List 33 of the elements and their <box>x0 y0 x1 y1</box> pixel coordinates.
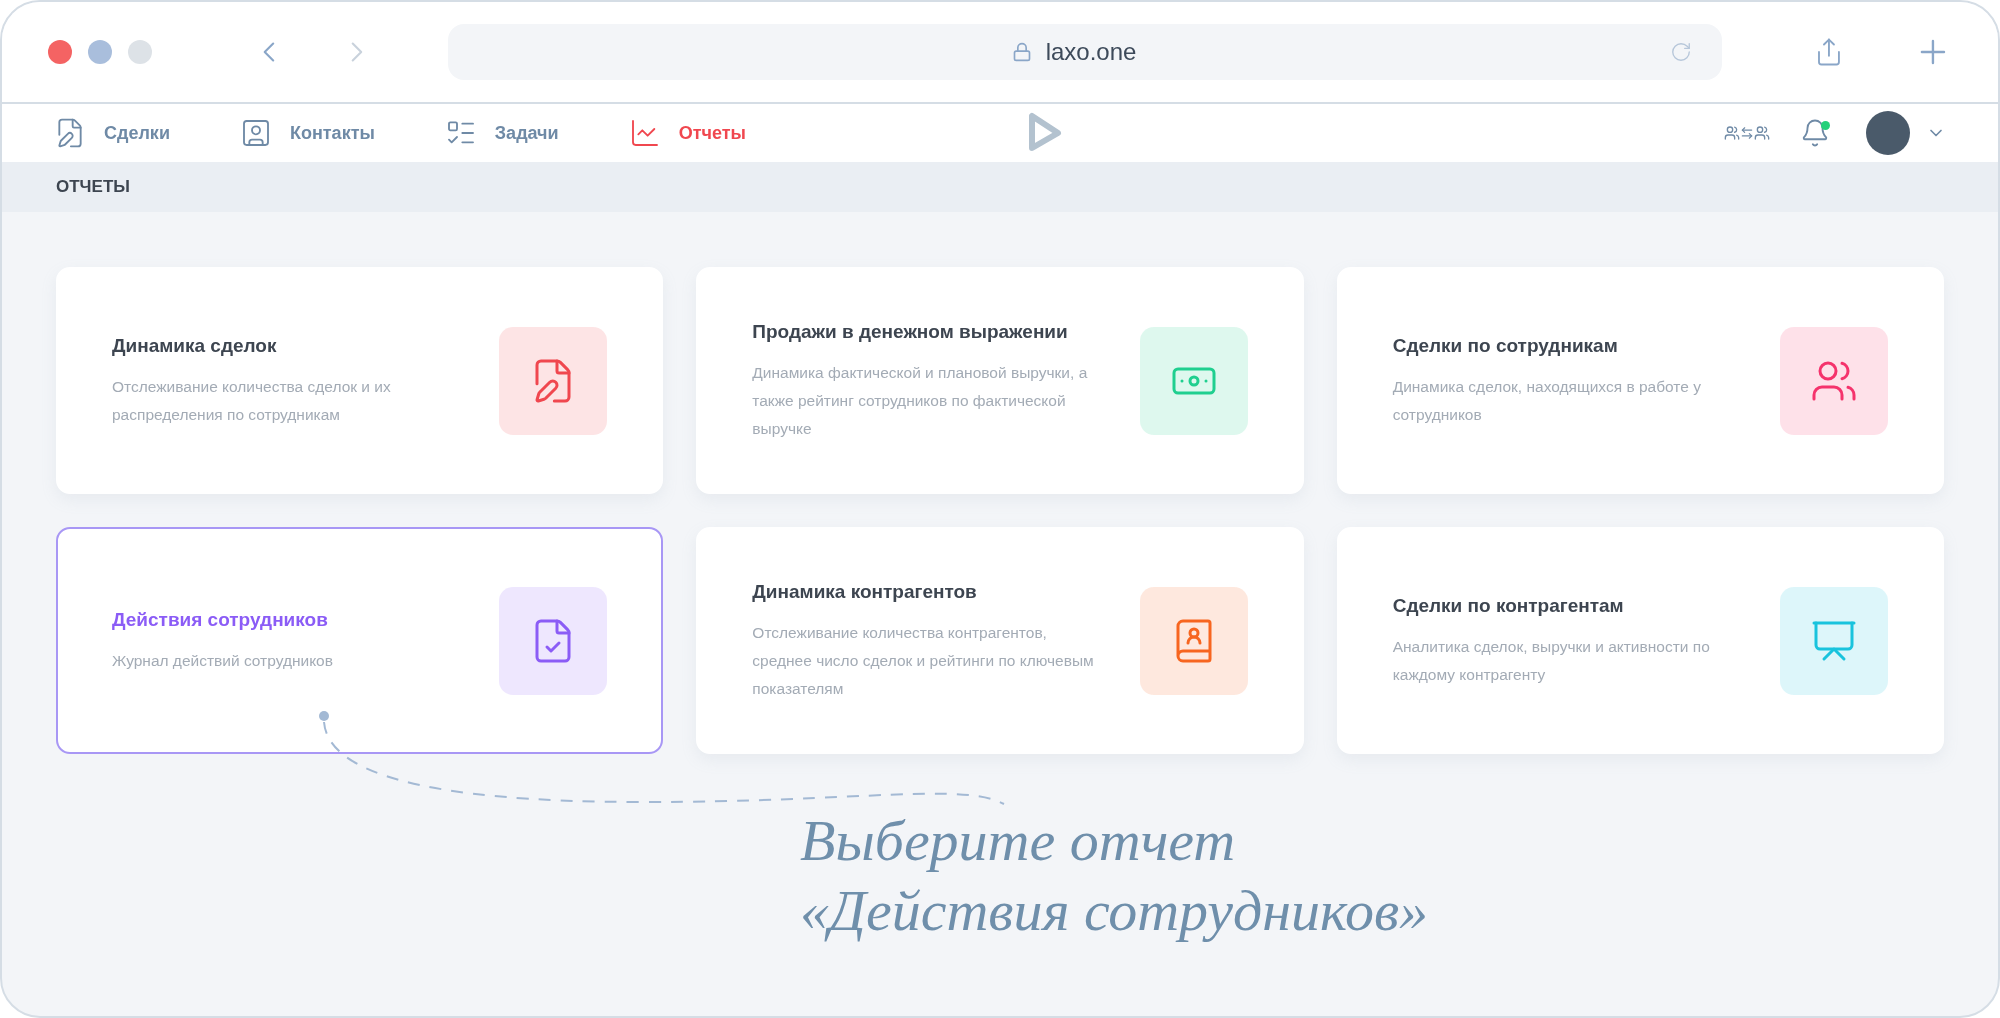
card-description: Отслеживание количества сделок и их распределения по сотрудникам <box>112 376 392 425</box>
card-description: Аналитика сделок, выручки и активности по каждому контрагенту <box>1392 636 1711 685</box>
handwritten-note: «Действия сотрудников» <box>800 877 1430 945</box>
url-text: laxo.one <box>1045 37 1137 67</box>
card-title: Динамика контрагентов <box>752 580 978 605</box>
avatar[interactable] <box>1866 111 1910 155</box>
card-title: Продажи в денежном выражении <box>752 320 1069 345</box>
nav-tab[interactable]: Задачи <box>444 117 559 149</box>
card-title: Действия сотрудников <box>112 608 329 633</box>
lock-icon <box>1011 42 1032 62</box>
nav-tab[interactable]: Контакты <box>239 117 375 149</box>
breadcrumb: ОТЧЕТЫ <box>56 176 130 199</box>
card-description: Отслеживание количества контрагентов, среднее число сделок и рейтинги по ключевым показателям <box>752 622 1095 699</box>
card-description: Журнал действий сотрудников <box>112 650 334 671</box>
report-card[interactable]: Действия сотрудников Журнал действий сотрудников <box>56 527 664 754</box>
report-card[interactable]: Динамика контрагентов Отслеживание количества контрагентов, среднее число сделок и рейтинги по ключевым показателям <box>696 527 1304 754</box>
card-title: Сделки по сотрудникам <box>1392 334 1619 359</box>
notifications-icon[interactable] <box>1800 118 1830 148</box>
report-card[interactable]: Динамика сделок Отслеживание количества сделок и их распределения по сотрудникам <box>56 267 664 494</box>
handwritten-note: Выберите отчет <box>800 807 1237 875</box>
report-card[interactable]: Сделки по контрагентам Аналитика сделок, выручки и активности по каждому контрагенту <box>1336 527 1944 754</box>
address-bar[interactable]: laxo.one <box>447 24 1723 80</box>
card-title: Сделки по контрагентам <box>1392 594 1625 619</box>
nav-tab[interactable]: Отчеты <box>628 117 746 149</box>
reload-icon[interactable] <box>1670 41 1693 63</box>
card-description: Динамика сделок, находящихся в работе у сотрудников <box>1392 376 1702 425</box>
nav-tab[interactable]: Сделки <box>54 117 170 149</box>
pointer-dot <box>319 711 329 721</box>
team-transfer-icon[interactable] <box>1724 125 1770 141</box>
report-card[interactable]: Продажи в денежном выражении Динамика фактической и плановой выручки, а также рейтинг сотрудников по фактической выручке <box>696 267 1304 494</box>
report-card[interactable]: Сделки по сотрудникам Динамика сделок, находящихся в работе у сотрудников <box>1336 267 1944 494</box>
card-description: Динамика фактической и плановой выручки, а также рейтинг сотрудников по фактической выручке <box>752 362 1089 439</box>
card-title: Динамика сделок <box>112 334 278 359</box>
